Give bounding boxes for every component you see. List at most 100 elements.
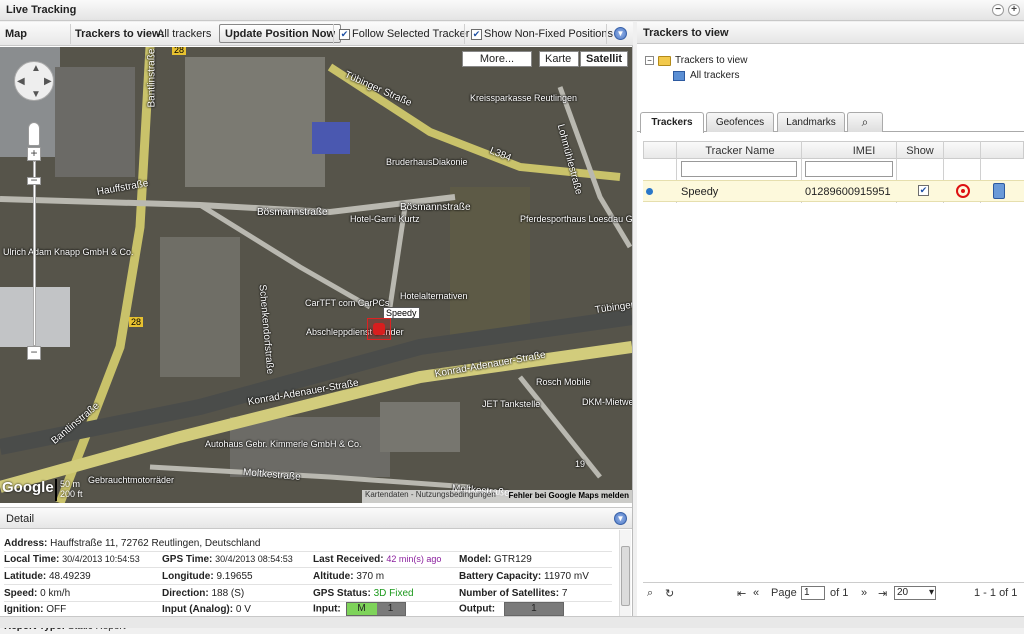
battery-field: Battery Capacity: 11970 mV [459,571,589,582]
tree-child-node[interactable]: All trackers [673,70,739,81]
tree-root-node[interactable]: − Trackers to view [645,55,747,66]
trackers-tabs: Trackers Geofences Landmarks ⌕ [637,110,1024,133]
tab-trackers[interactable]: Trackers [640,112,704,133]
input-1-indicator: 1 [376,603,405,615]
tab-geofences[interactable]: Geofences [706,112,774,132]
scrollbar-thumb[interactable] [621,546,630,606]
address-field: Address: Hauffstraße 11, 72762 Reutlinge… [4,538,261,549]
minimize-button[interactable]: − [992,4,1004,16]
chevron-down-icon[interactable]: ▼ [614,512,627,525]
scale-imperial: 200 ft [60,489,83,499]
show-non-fixed-label: Show Non-Fixed Positions [484,28,614,40]
imei-cell: 01289600915951 [805,186,891,198]
device-info-icon[interactable] [993,183,1005,199]
report-map-error-link[interactable]: Fehler bei Google Maps melden [509,491,629,500]
zoom-slider-handle[interactable]: − [27,174,41,186]
follow-selected-checkbox[interactable]: ✔ Follow Selected Tracker [339,28,469,40]
tracker-name-cell: Speedy [681,186,719,198]
map-label: Bösmannstraße [257,207,328,218]
car-icon [373,323,385,335]
trackers-to-view-label: Trackers to view: [75,28,165,40]
detail-row: Latitude: 48.49239 Longitude: 9.19655 Al… [4,569,612,585]
next-page-icon[interactable]: » [861,587,867,599]
tracker-name-filter-input[interactable] [681,161,797,177]
follow-selected-label: Follow Selected Tracker [352,28,470,40]
tab-landmarks[interactable]: Landmarks [777,112,845,132]
input-analog-field: Input (Analog): 0 V [162,604,251,615]
map-label: BruderhausDiakonie [386,157,468,167]
detail-row: Speed: 0 km/h Direction: 188 (S) GPS Sta… [4,586,612,602]
direction-field: Direction: 188 (S) [162,588,245,599]
search-icon[interactable]: ⌕ [647,587,653,600]
ignition-field: Ignition: OFF [4,604,67,615]
detail-title: Detail [6,513,35,525]
page-label: Page [771,587,797,599]
google-logo[interactable]: Google [2,479,54,496]
chevron-down-icon[interactable]: ▼ [614,27,627,40]
maximize-button[interactable]: + [1008,4,1020,16]
longitude-field: Longitude: 9.19655 [162,571,253,582]
pan-right-icon[interactable]: ▶ [44,76,52,87]
title-bar: Live Tracking − + [0,0,1024,21]
chevron-down-icon: ▾ [928,587,934,598]
gps-status-field: GPS Status: 3D Fixed [313,588,414,599]
folder-icon [658,55,671,66]
page-number-input[interactable]: 1 [801,586,825,600]
previous-page-icon[interactable]: « [753,587,759,599]
detail-scrollbar[interactable] [619,530,631,626]
map-satellit-button[interactable]: Satellit [580,51,628,67]
tracker-marker[interactable] [367,318,391,340]
trackers-to-view-value[interactable]: All trackers [157,28,211,40]
pan-down-icon[interactable]: ▼ [31,89,41,100]
map-label: 19 [575,459,586,469]
imei-filter-input[interactable] [805,161,893,177]
pager-summary: 1 - 1 of 1 [974,587,1018,599]
output-field: Output: 1 [459,602,564,616]
input-m-indicator: M [346,603,377,615]
first-page-icon[interactable]: ⇤ [737,587,746,600]
map-panel: Map Trackers to view: All trackers Updat… [0,22,633,632]
monitor-icon [673,70,685,81]
altitude-field: Altitude: 370 m [313,571,385,582]
detail-header: Detail ▼ [0,507,632,529]
page-size-select[interactable]: 20 ▾ [894,586,936,600]
zoom-in-icon[interactable]: + [27,147,41,161]
pan-left-icon[interactable]: ◀ [17,76,25,87]
scale-metric: 50 m [60,479,81,489]
show-checkbox[interactable]: ✔ [918,185,929,196]
column-tracker-name[interactable]: Tracker Name [678,145,802,157]
detail-panel: Address: Hauffstraße 11, 72762 Reutlinge… [0,530,618,632]
map-attribution: Kartendaten - Nutzungsbedingungen Fehler… [362,490,632,503]
output-1-indicator: 1 [504,603,563,615]
table-row[interactable]: Speedy 01289600915951 ✔ [643,180,1024,202]
input-field: Input: M 1 [313,602,406,616]
map-pan-control[interactable]: ▲ ▼ ◀ ▶ [14,61,54,101]
grid-header: Tracker Name IMEI Show [643,141,1024,159]
map-more-button[interactable]: More... [462,51,532,67]
pan-up-icon[interactable]: ▲ [31,63,41,74]
map-panel-title: Map [5,28,27,40]
zoom-out-icon[interactable]: − [27,346,41,360]
map-label: JET Tankstelle [482,399,541,409]
zoom-slider-track[interactable] [33,161,36,346]
last-page-icon[interactable]: ⇥ [878,587,887,600]
column-show[interactable]: Show [900,145,940,157]
update-position-button[interactable]: Update Position Now [219,24,341,43]
locate-target-icon[interactable] [956,184,970,198]
toolbar-divider [464,24,465,44]
gps-time-field: GPS Time: 30/4/2013 08:54:53 [162,554,293,565]
toolbar-divider [70,24,71,44]
zoom-control[interactable]: + − − [27,147,41,362]
map-karte-button[interactable]: Karte [539,51,579,67]
refresh-icon[interactable]: ↻ [665,587,674,600]
show-non-fixed-checkbox[interactable]: ✔ Show Non-Fixed Positions [471,28,613,40]
map-label: Ulrich Adam Knapp GmbH & Co. [3,247,134,257]
collapse-icon[interactable]: − [645,56,654,65]
live-tracking-window: Live Tracking − + Map Trackers to view: … [0,0,1024,632]
detail-row: Address: Hauffstraße 11, 72762 Reutlinge… [4,536,612,552]
tab-search[interactable]: ⌕ [847,112,883,132]
map-label: Bösmannstraße [400,202,471,213]
satellite-map[interactable]: Tübinger Straße Kreissparkasse Reutlinge… [0,47,632,503]
street-view-pegman-icon[interactable] [28,122,40,146]
attribution-text[interactable]: Kartendaten - Nutzungsbedingungen [365,490,496,499]
